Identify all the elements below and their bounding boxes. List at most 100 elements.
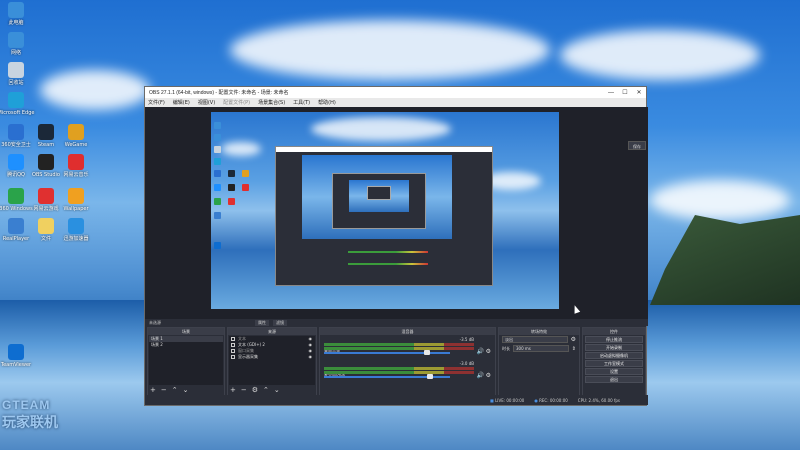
cpu-status: CPU: 2.4%, 60.00 fps xyxy=(577,397,620,403)
volume-slider-handle[interactable] xyxy=(426,374,433,379)
desktop-icon[interactable]: 回收站 xyxy=(0,62,38,86)
app-icon xyxy=(68,218,84,234)
menu-item[interactable]: 编辑(E) xyxy=(173,99,190,106)
properties-button[interactable]: 属性 xyxy=(255,319,269,326)
menu-bar: 文件(F) 编辑(E) 视图(V) 配置文件(P) 场景集合(S) 工具(T) 帮助(H) xyxy=(145,98,646,107)
desktop-icon[interactable]: TeamViewer xyxy=(0,344,38,368)
remove-icon[interactable]: − xyxy=(241,386,247,394)
preview-area: 保存 xyxy=(145,107,648,321)
desktop-icon-label: WeGame xyxy=(64,142,88,148)
controls-title: 控件 xyxy=(583,328,645,335)
nested-meter xyxy=(348,263,428,265)
preview-cloud xyxy=(221,142,261,156)
desktop-icon-label: 回收站 xyxy=(8,80,24,86)
preview-desktop-icon xyxy=(214,158,221,165)
transition-duration-row: 时长 300 ms ⇕ xyxy=(499,344,579,353)
menu-item[interactable]: 文件(F) xyxy=(148,99,165,106)
preview-cloud xyxy=(311,117,451,141)
source-item[interactable]: 显示器采集 ◉ xyxy=(229,354,315,360)
desktop-icon[interactable]: 网易云音乐 xyxy=(54,154,98,178)
source-item-label: 显示器采集 xyxy=(238,354,258,359)
gear-icon[interactable]: ⚙ xyxy=(486,348,491,355)
preview-canvas[interactable] xyxy=(211,112,559,309)
menu-item[interactable]: 配置文件(P) xyxy=(223,99,250,106)
add-icon[interactable]: + xyxy=(230,386,236,394)
preview-desktop-icon xyxy=(214,198,221,205)
text-icon xyxy=(231,337,235,341)
preview-desktop-icon xyxy=(228,170,235,177)
preview-desktop-icon xyxy=(214,170,221,177)
filters-button[interactable]: 滤镜 xyxy=(273,319,287,326)
minimize-button[interactable]: — xyxy=(604,90,618,96)
window-title: OBS 27.1.1 (64-bit, windows) - 配置文件: 未命名… xyxy=(149,90,289,96)
menu-item[interactable]: 场景集合(S) xyxy=(258,99,285,106)
desktop-icon[interactable]: Microsoft Edge xyxy=(0,92,38,116)
menu-item[interactable]: 视图(V) xyxy=(198,99,215,106)
watermark-line2: 玩家联机 xyxy=(2,414,58,430)
wallpaper-cloud xyxy=(230,20,550,80)
add-icon[interactable]: + xyxy=(150,386,156,394)
volume-slider-handle[interactable] xyxy=(424,350,431,355)
transition-type-select[interactable]: 淡出 xyxy=(502,336,568,343)
app-icon xyxy=(8,124,24,140)
rec-time: REC: 00:00:00 xyxy=(539,397,568,403)
preview-desktop-icon xyxy=(214,242,221,249)
desktop-icon[interactable]: Wallpaper xyxy=(54,188,98,212)
preview-desktop-icon xyxy=(214,184,221,191)
app-icon xyxy=(8,344,24,360)
desktop-icon-label: 迅游加速器 xyxy=(63,236,89,242)
move-down-icon[interactable]: ⌄ xyxy=(183,386,189,394)
duration-input[interactable]: 300 ms xyxy=(513,345,569,352)
obs-window[interactable]: OBS 27.1.1 (64-bit, windows) - 配置文件: 未命名… xyxy=(144,86,648,406)
scenes-title: 场景 xyxy=(148,328,224,335)
gear-icon[interactable]: ⚙ xyxy=(571,336,576,343)
preview-desktop-icon xyxy=(214,134,221,141)
studio-mode-button[interactable]: 工作室模式 xyxy=(585,360,643,367)
gear-icon[interactable]: ⚙ xyxy=(252,386,258,394)
menu-item[interactable]: 帮助(H) xyxy=(318,99,336,106)
remove-icon[interactable]: − xyxy=(161,386,167,394)
desktop-icon[interactable]: WeGame xyxy=(54,124,98,148)
gear-icon[interactable]: ⚙ xyxy=(486,372,491,379)
monitor-icon xyxy=(231,355,235,359)
desktop-watermark: GTEAM 玩家联机 xyxy=(2,398,58,432)
volume-meter xyxy=(324,371,474,374)
close-button[interactable]: ✕ xyxy=(632,89,646,96)
app-icon xyxy=(68,188,84,204)
move-up-icon[interactable]: ⌃ xyxy=(263,386,269,394)
scene-item[interactable]: 场景 2 xyxy=(149,342,223,348)
speaker-icon[interactable]: 🔊 xyxy=(477,372,484,379)
wallpaper-rock xyxy=(650,215,800,305)
exit-button[interactable]: 退出 xyxy=(585,376,643,383)
title-bar[interactable]: OBS 27.1.1 (64-bit, windows) - 配置文件: 未命名… xyxy=(145,87,646,98)
app-icon xyxy=(68,124,84,140)
wallpaper-cloud xyxy=(40,70,150,110)
sources-dock: 来源 文本 ◉ 文本 (GDI+) 2 ◉ 窗口采集 ◉ 显示器采集 ◉ + − ⚙ ⌃… xyxy=(227,327,317,396)
nested-obs-3 xyxy=(367,186,391,200)
preview-desktop-icon xyxy=(228,198,235,205)
desktop-icon[interactable]: 迅游加速器 xyxy=(54,218,98,242)
desktop-icon[interactable]: 此电脑 xyxy=(0,2,38,26)
start-virtual-camera-button[interactable]: 启动虚拟摄像机 xyxy=(585,352,643,359)
desktop-icon[interactable]: 网络 xyxy=(0,32,38,56)
start-recording-button[interactable]: 开始录制 xyxy=(585,344,643,351)
sources-list: 文本 ◉ 文本 (GDI+) 2 ◉ 窗口采集 ◉ 显示器采集 ◉ xyxy=(229,336,315,385)
settings-button[interactable]: 设置 xyxy=(585,368,643,375)
move-up-icon[interactable]: ⌃ xyxy=(172,386,178,394)
move-down-icon[interactable]: ⌄ xyxy=(274,386,280,394)
volume-slider[interactable] xyxy=(324,352,450,354)
duration-label: 时长 xyxy=(502,345,510,351)
speaker-icon[interactable]: 🔊 xyxy=(477,348,484,355)
spinner-icon[interactable]: ⇕ xyxy=(572,346,576,352)
stop-streaming-button[interactable]: 停止推流 xyxy=(585,336,643,343)
maximize-button[interactable]: ☐ xyxy=(618,89,632,96)
channel-db: -3.5 dB xyxy=(459,337,474,342)
volume-meter xyxy=(324,367,474,370)
visibility-eye-icon[interactable]: ◉ xyxy=(309,354,313,360)
scenes-dock: 场景 场景 1 场景 2 + − ⌃ ⌄ xyxy=(147,327,225,396)
menu-item[interactable]: 工具(T) xyxy=(293,99,310,106)
nested-preview xyxy=(302,155,452,239)
mixer-dock: 混音器 桌面音频 -3.5 dB 🔊 ⚙ 麦克风/Aux -3.0 dB 🔊 ⚙ xyxy=(319,327,496,396)
app-icon xyxy=(8,2,24,18)
side-save-button[interactable]: 保存 xyxy=(628,141,646,150)
